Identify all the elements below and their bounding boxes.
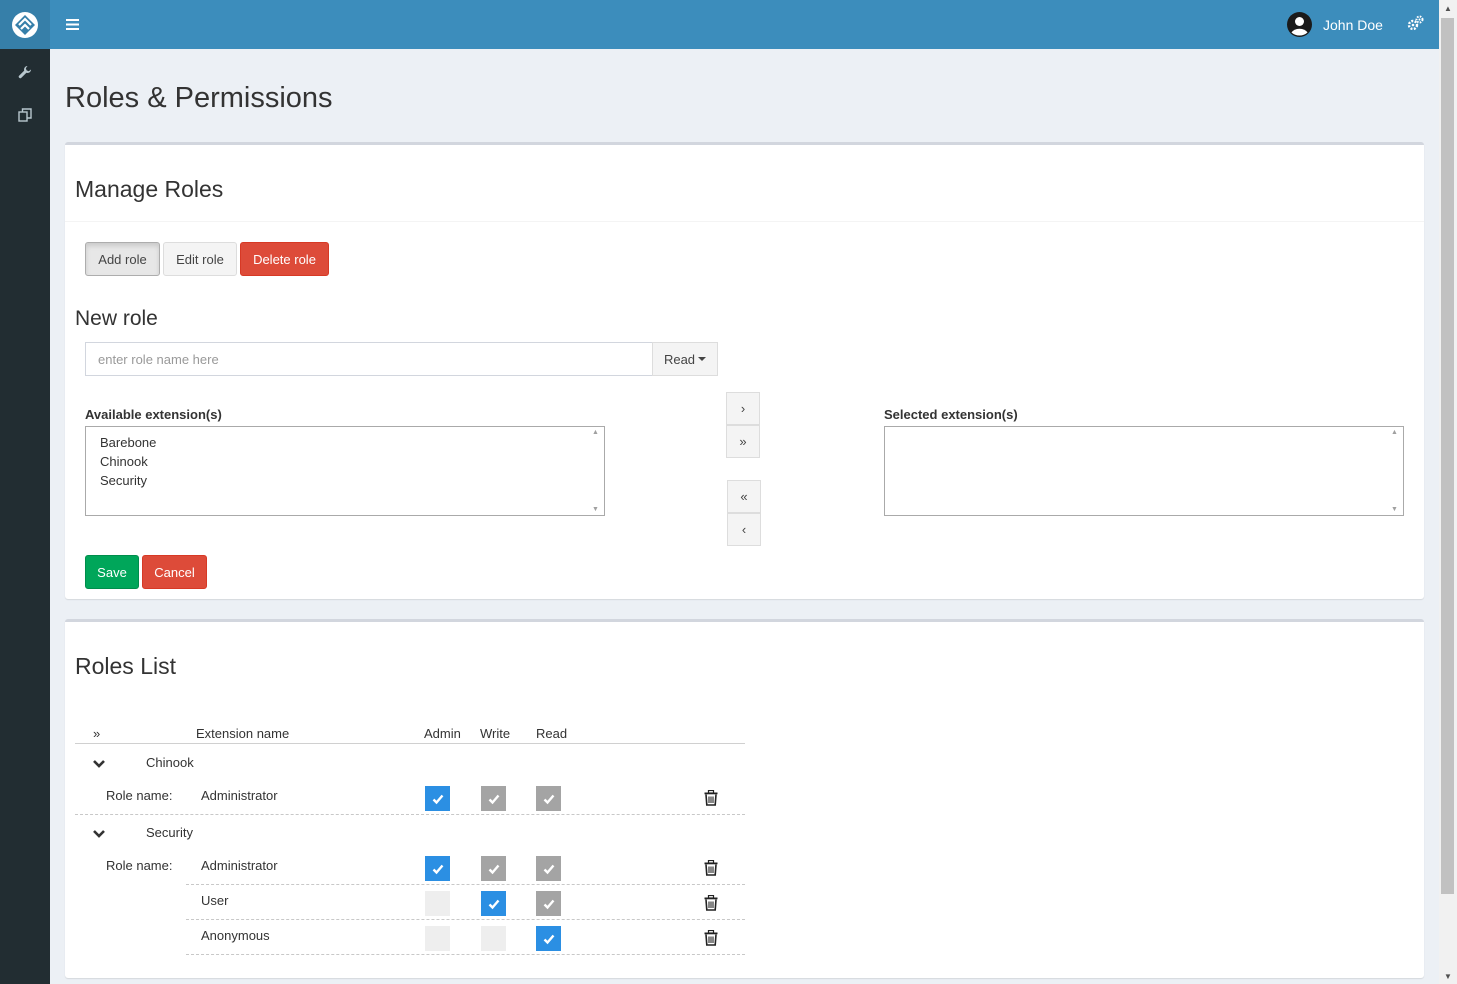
scroll-up-arrow[interactable]: ▲ [1439,0,1457,16]
sidebar-item-extensions[interactable] [0,95,50,135]
read-checkbox[interactable] [536,786,561,811]
role-name: User [201,893,229,908]
permission-dropdown[interactable]: Read [652,342,718,376]
check-icon [543,864,554,874]
list-item[interactable]: Chinook [100,454,148,469]
role-name: Anonymous [201,928,270,943]
roles-list-box: Roles List » Extension name Admin Write … [65,619,1424,978]
write-checkbox[interactable] [481,891,506,916]
list-scrollbar[interactable]: ▲ ▼ [587,427,604,515]
check-icon [488,794,499,804]
caret-down-icon [698,357,707,361]
user-name: John Doe [1323,16,1383,33]
check-icon [488,899,499,909]
user-avatar-icon [1287,12,1312,37]
column-header-extension: Extension name [196,726,290,741]
check-icon [488,864,499,874]
page-scrollbar[interactable]: ▲ ▼ [1439,0,1457,984]
scroll-down-arrow[interactable]: ▼ [592,506,599,513]
group-name-chinook: Chinook [146,755,194,770]
scroll-down-arrow[interactable]: ▼ [1391,506,1398,513]
role-name-label: Role name: [106,788,173,803]
sidebar [0,0,50,984]
admin-checkbox[interactable] [425,891,450,916]
new-role-title: New role [75,307,158,330]
list-item[interactable]: Security [100,473,147,488]
check-icon [543,934,554,944]
chevron-down-icon[interactable] [92,827,106,841]
trash-icon[interactable] [704,895,718,911]
remove-selected-button[interactable]: ‹ [727,513,761,546]
write-checkbox[interactable] [481,856,506,881]
expand-all-toggle[interactable]: » [93,726,100,741]
scroll-up-arrow[interactable]: ▲ [592,429,599,436]
scroll-up-arrow[interactable]: ▲ [1391,429,1398,436]
header-divider [75,743,745,744]
save-button[interactable]: Save [85,555,139,589]
read-checkbox[interactable] [536,856,561,881]
trash-icon[interactable] [704,930,718,946]
scroll-down-arrow[interactable]: ▼ [1439,968,1457,984]
admin-checkbox[interactable] [425,926,450,951]
chevron-down-icon[interactable] [92,757,106,771]
role-name-input[interactable] [85,342,653,376]
check-icon [432,864,443,874]
check-icon [432,794,443,804]
move-selected-button[interactable]: › [726,392,760,425]
manage-roles-box: Manage Roles Add role Edit role Delete r… [65,142,1424,599]
divider [65,221,1424,222]
role-name: Administrator [201,788,278,803]
row-divider [186,954,745,955]
control-sidebar-toggle[interactable] [1407,15,1427,35]
write-checkbox[interactable] [481,926,506,951]
logo-icon [12,11,38,38]
gears-icon [1407,15,1424,31]
selected-extensions-label: Selected extension(s) [884,407,1018,422]
add-role-button[interactable]: Add role [85,242,160,276]
sidebar-item-tools[interactable] [0,52,50,92]
hamburger-icon [65,18,79,30]
sidebar-toggle[interactable] [62,14,82,34]
check-icon [543,794,554,804]
user-menu[interactable]: John Doe [1287,12,1383,37]
list-scrollbar[interactable]: ▲ ▼ [1386,427,1403,515]
check-icon [543,899,554,909]
logo[interactable] [0,0,50,49]
column-header-admin: Admin [424,726,461,741]
read-checkbox[interactable] [536,891,561,916]
row-divider [75,814,745,815]
available-extensions-label: Available extension(s) [85,407,222,422]
row-divider [186,919,745,920]
wrench-icon [18,66,31,79]
roles-list-title: Roles List [75,653,176,679]
admin-checkbox[interactable] [425,856,450,881]
column-header-write: Write [480,726,511,741]
write-checkbox[interactable] [481,786,506,811]
remove-all-button[interactable]: « [727,480,761,513]
role-name: Administrator [201,858,278,873]
group-name-security: Security [146,825,193,840]
trash-icon[interactable] [704,860,718,876]
list-item[interactable]: Barebone [100,435,156,450]
top-navbar: John Doe [50,0,1439,49]
available-extensions-list[interactable]: Barebone Chinook Security ▲ ▼ [85,426,605,516]
move-all-button[interactable]: » [726,425,760,458]
row-divider [186,884,745,885]
scroll-thumb[interactable] [1441,18,1454,894]
edit-role-button[interactable]: Edit role [163,242,237,276]
selected-extensions-list[interactable]: ▲ ▼ [884,426,1404,516]
column-header-read: Read [536,726,568,741]
delete-role-button[interactable]: Delete role [240,242,329,276]
admin-checkbox[interactable] [425,786,450,811]
read-checkbox[interactable] [536,926,561,951]
permission-dropdown-label: Read [663,351,696,367]
trash-icon[interactable] [704,790,718,806]
manage-roles-title: Manage Roles [75,176,224,202]
copy-icon [18,108,32,122]
role-name-label: Role name: [106,858,173,873]
page-title: Roles & Permissions [65,82,333,114]
cancel-button[interactable]: Cancel [142,555,207,589]
